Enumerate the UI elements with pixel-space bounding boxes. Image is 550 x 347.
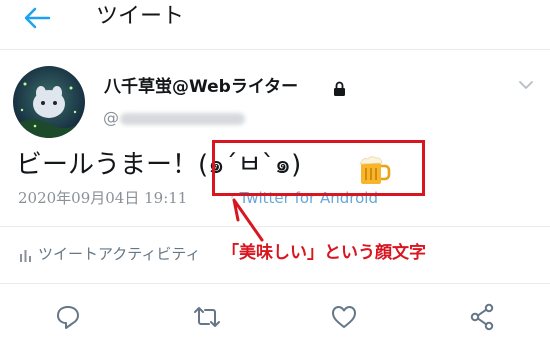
lock-icon	[334, 81, 345, 96]
like-button[interactable]	[329, 302, 359, 332]
display-name[interactable]: 八千草蛍@Webライター	[104, 76, 298, 98]
bar-chart-icon	[20, 250, 31, 262]
reply-button[interactable]	[53, 302, 83, 332]
avatar-image	[13, 66, 85, 138]
heart-icon	[332, 306, 356, 328]
handle-redaction	[120, 113, 245, 125]
annotation-label: 「美味しい」という顔文字	[222, 242, 426, 264]
retweet-icon	[194, 307, 220, 327]
header-bar: ツイート	[0, 0, 550, 50]
arrow-left-icon[interactable]	[22, 6, 52, 30]
user-handle[interactable]: @	[103, 108, 119, 128]
tweet-timestamp: 2020年09月04日 19:11	[18, 189, 188, 207]
divider	[0, 226, 550, 227]
divider	[0, 283, 550, 284]
share-icon	[470, 303, 494, 331]
page-title: ツイート	[96, 4, 185, 29]
annotation-highlight-box	[212, 140, 425, 196]
retweet-button[interactable]	[192, 302, 222, 332]
reply-icon	[57, 306, 79, 329]
tweet-activity-link[interactable]: ツイートアクティビティ	[38, 244, 218, 264]
share-button[interactable]	[467, 302, 497, 332]
avatar[interactable]	[13, 66, 85, 138]
chevron-down-icon[interactable]	[518, 80, 534, 90]
